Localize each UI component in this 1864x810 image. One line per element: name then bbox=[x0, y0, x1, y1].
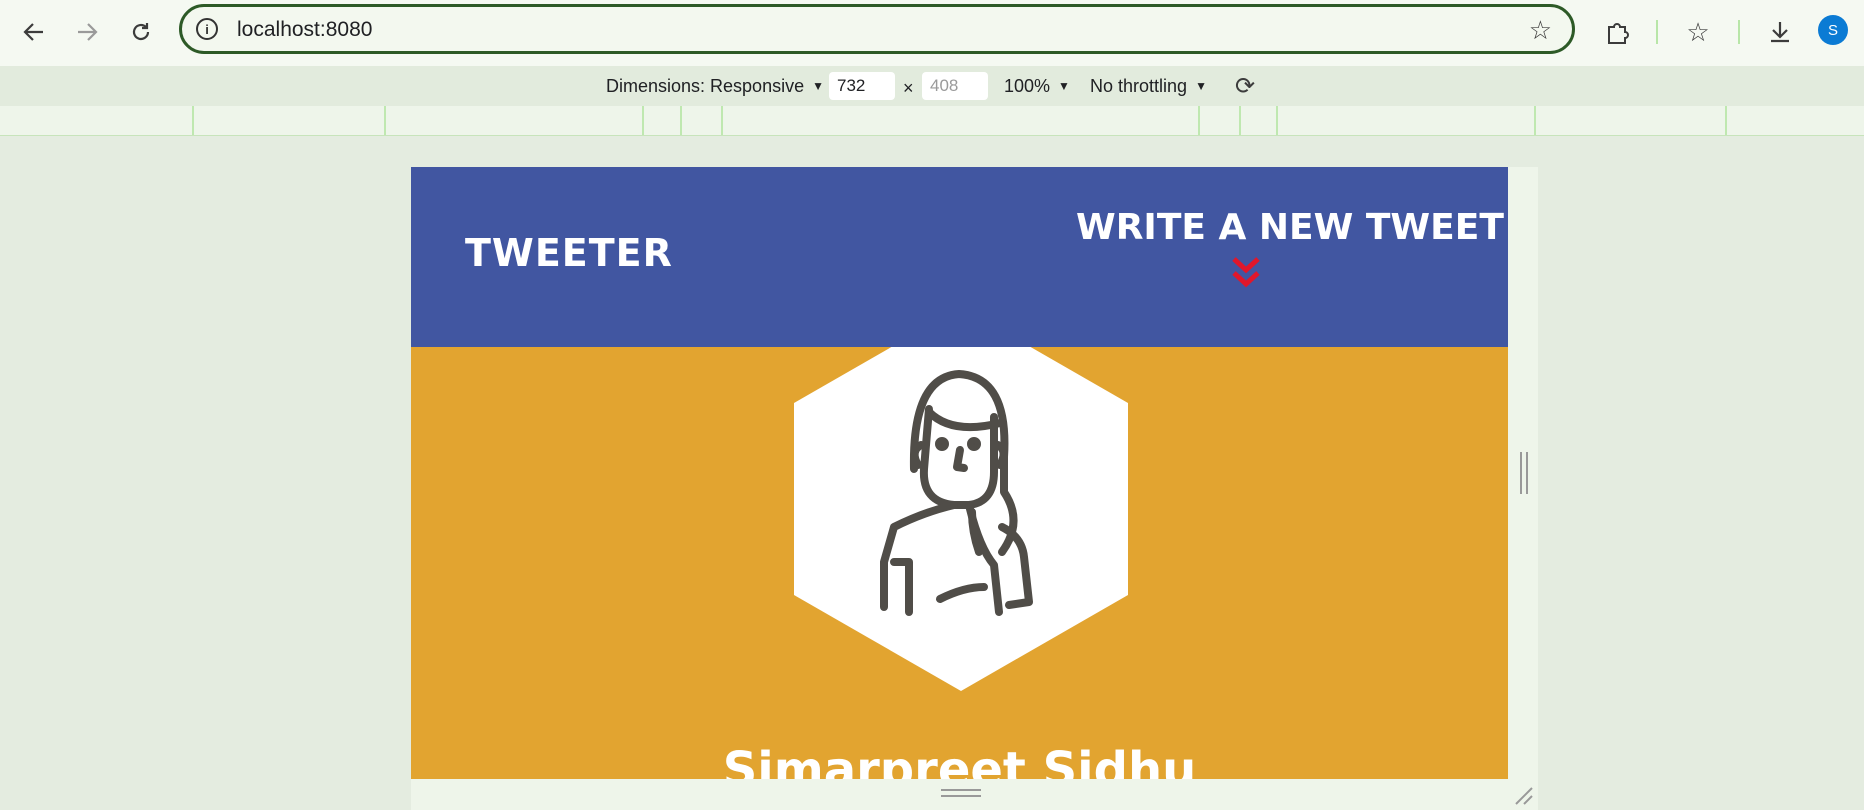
site-header: Tweeter Write a new tweet bbox=[411, 167, 1508, 347]
media-query-bar[interactable] bbox=[0, 106, 1864, 136]
brand-logo[interactable]: Tweeter bbox=[465, 231, 673, 275]
media-query-marker[interactable] bbox=[192, 106, 194, 135]
arrow-left-icon bbox=[23, 23, 43, 41]
width-input[interactable]: 732 bbox=[829, 72, 895, 100]
forward-button[interactable] bbox=[67, 12, 107, 52]
reload-button[interactable] bbox=[121, 12, 161, 52]
back-button[interactable] bbox=[14, 12, 54, 52]
toolbar-separator bbox=[1738, 20, 1740, 44]
media-query-marker[interactable] bbox=[1725, 106, 1727, 135]
puzzle-icon bbox=[1608, 23, 1629, 44]
download-icon bbox=[1771, 22, 1789, 43]
favorites-button[interactable]: ☆ bbox=[1678, 12, 1718, 52]
reload-icon bbox=[132, 23, 150, 41]
media-query-marker[interactable] bbox=[1276, 106, 1278, 135]
throttling-label: No throttling bbox=[1090, 76, 1188, 96]
bottom-resize-handle[interactable] bbox=[941, 789, 981, 797]
downloads-button[interactable] bbox=[1760, 12, 1800, 52]
compose-toggle[interactable]: Write a new tweet bbox=[1076, 207, 1504, 295]
dimensions-dropdown[interactable]: Dimensions: Responsive ▼ bbox=[606, 76, 824, 97]
caret-down-icon: ▼ bbox=[1058, 79, 1070, 93]
star-icon[interactable]: ☆ bbox=[1529, 15, 1552, 46]
media-query-marker[interactable] bbox=[1198, 106, 1200, 135]
media-query-marker[interactable] bbox=[642, 106, 644, 135]
caret-down-icon: ▼ bbox=[812, 79, 824, 93]
media-query-marker[interactable] bbox=[721, 106, 723, 135]
url-text[interactable]: localhost:8080 bbox=[237, 18, 372, 42]
browser-toolbar: i localhost:8080 ☆ ☆ S bbox=[0, 0, 1864, 66]
caret-down-icon: ▼ bbox=[1195, 79, 1207, 93]
times-sign: × bbox=[903, 78, 914, 98]
media-query-marker[interactable] bbox=[1534, 106, 1536, 135]
throttling-dropdown[interactable]: No throttling ▼ bbox=[1090, 76, 1207, 97]
media-query-marker[interactable] bbox=[1239, 106, 1241, 135]
media-query-marker[interactable] bbox=[680, 106, 682, 135]
height-input[interactable]: 408 bbox=[922, 72, 988, 100]
rotate-icon[interactable]: ⟳ bbox=[1230, 71, 1260, 101]
info-icon[interactable]: i bbox=[196, 18, 218, 40]
corner-resize-handle[interactable] bbox=[1512, 784, 1534, 806]
star-list-icon: ☆ bbox=[1686, 16, 1710, 47]
user-avatar-icon[interactable]: S bbox=[1818, 15, 1848, 45]
user-avatar-hexagon bbox=[794, 347, 1128, 691]
extensions-button[interactable] bbox=[1598, 12, 1638, 52]
media-query-marker[interactable] bbox=[384, 106, 386, 135]
device-toolbar: Dimensions: Responsive ▼ 732 × 408 100% ▼ … bbox=[0, 66, 1864, 106]
zoom-label: 100% bbox=[1004, 76, 1051, 96]
right-resize-handle[interactable] bbox=[1520, 452, 1528, 494]
zoom-dropdown[interactable]: 100% ▼ bbox=[1004, 76, 1070, 97]
compose-label[interactable]: Write a new tweet bbox=[1076, 207, 1504, 248]
emulated-viewport: Tweeter Write a new tweet bbox=[411, 167, 1508, 779]
double-chevron-down-icon[interactable] bbox=[1231, 256, 1261, 290]
address-bar[interactable]: i localhost:8080 ☆ bbox=[179, 4, 1575, 54]
arrow-right-icon bbox=[78, 23, 98, 41]
profile-user-name: Simarpreet Sidhu bbox=[722, 742, 1197, 779]
dimensions-label: Dimensions: Responsive bbox=[606, 76, 805, 96]
toolbar-separator bbox=[1656, 20, 1658, 44]
